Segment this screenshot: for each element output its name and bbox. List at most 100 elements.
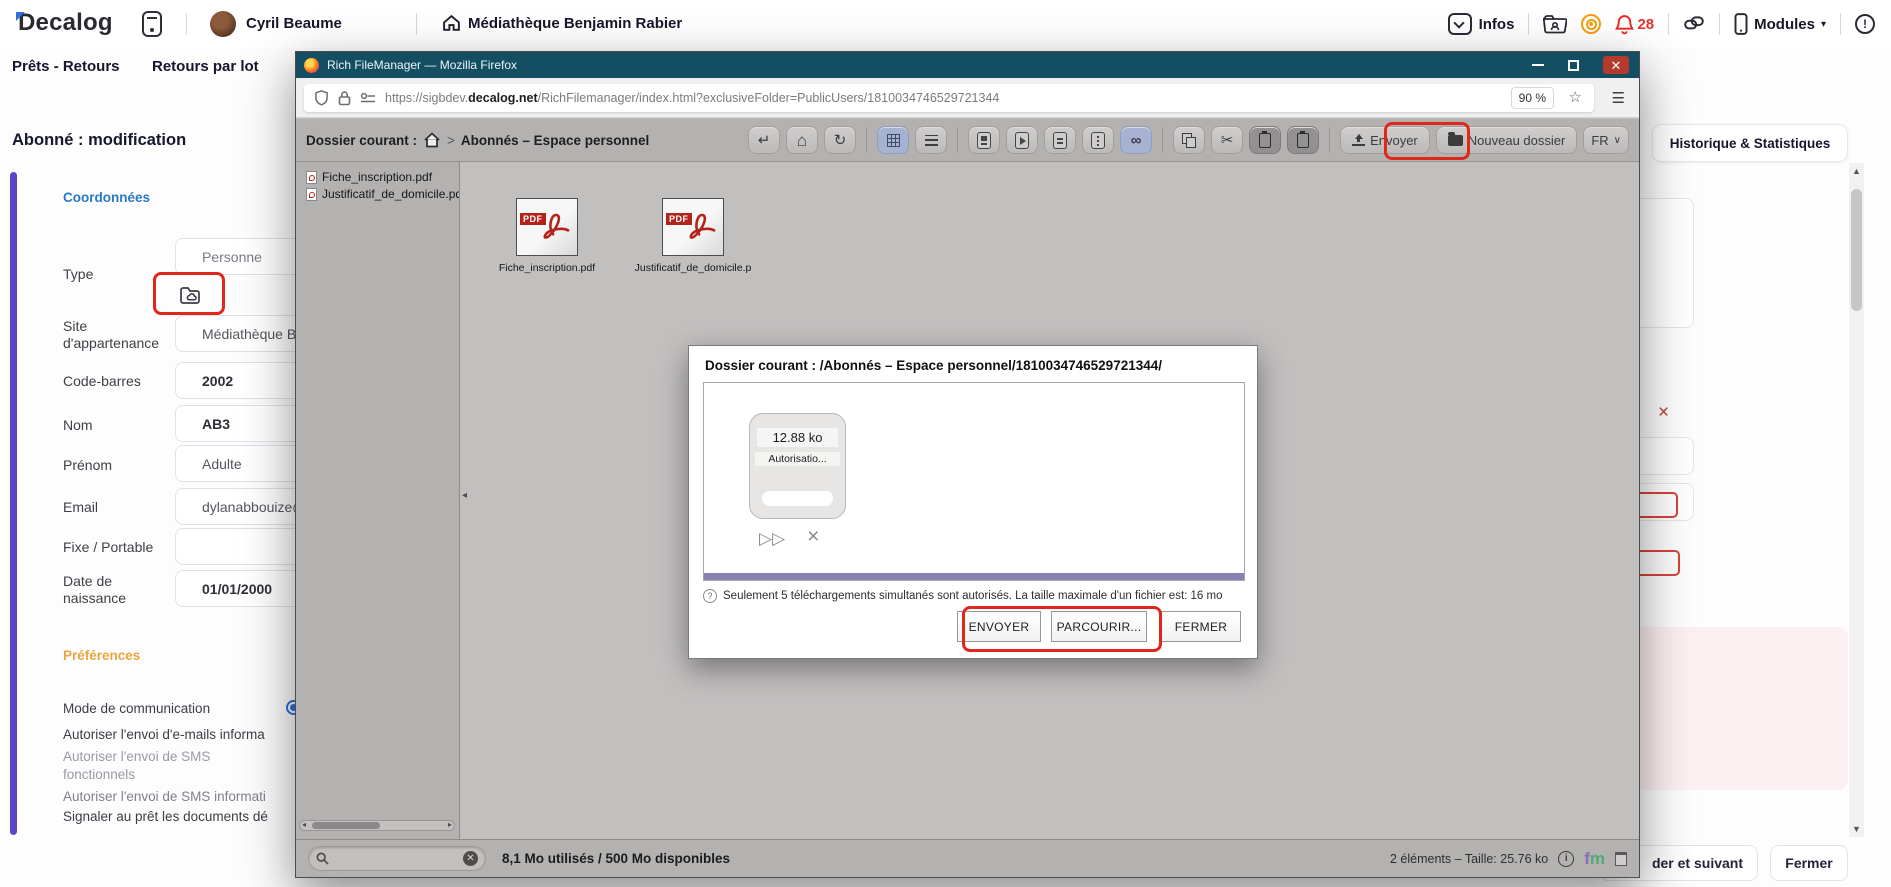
upload-file-chip[interactable]: 12.88 ko Autorisatio... (749, 413, 846, 519)
browser-urlbar: https://sigbdev.decalog.net/RichFilemana… (296, 78, 1639, 118)
progress-track (762, 491, 833, 506)
filter-images-button[interactable] (968, 126, 1000, 154)
filter-archives-button[interactable] (1082, 126, 1114, 154)
close-icon[interactable]: ✕ (1603, 56, 1629, 74)
home-icon[interactable] (423, 132, 441, 148)
copy-button[interactable] (1173, 126, 1205, 154)
scanner-icon[interactable] (142, 11, 162, 37)
scroll-left-icon[interactable]: ◂ (302, 820, 306, 829)
library-name[interactable]: Médiathèque Benjamin Rabier (468, 15, 682, 32)
close-page-button[interactable]: Fermer (1770, 845, 1848, 881)
menu-icon[interactable]: ☰ (1612, 89, 1625, 107)
close-label: FERMER (1175, 620, 1227, 634)
modules-menu[interactable]: Modules ▾ (1734, 13, 1826, 35)
tree-item-label: Fiche_inscription.pdf (322, 170, 432, 184)
search-icon (316, 852, 329, 865)
tree-horizontal-scrollbar[interactable]: ◂▸ (299, 820, 455, 831)
scroll-down-icon[interactable]: ▼ (1849, 824, 1864, 834)
info-icon[interactable]: i (1558, 851, 1574, 867)
pref-signaler-pret: Signaler au prêt les documents dé (63, 808, 281, 826)
zoom-level-badge[interactable]: 90 % (1511, 87, 1554, 109)
shield-icon[interactable] (314, 90, 329, 106)
decalog-logo[interactable]: Decalog (18, 9, 113, 37)
paste-button[interactable] (1249, 126, 1281, 154)
filter-all-button[interactable]: ∞ (1120, 126, 1152, 154)
enter-icon: ↵ (758, 133, 771, 148)
dialog-close-button[interactable]: FERMER (1161, 611, 1241, 642)
infinity-icon: ∞ (1131, 133, 1142, 148)
user-name[interactable]: Cyril Beaume (246, 15, 342, 32)
filter-videos-button[interactable] (1006, 126, 1038, 154)
storage-status: 8,1 Mo utilisés / 500 Mo disponibles (502, 851, 730, 866)
enter-folder-button[interactable]: ↵ (748, 126, 780, 154)
field-label-nom: Nom (63, 417, 168, 434)
image-file-icon (977, 132, 991, 149)
pdf-file-icon: PDF (662, 198, 724, 256)
window-titlebar[interactable]: Rich FileManager — Mozilla Firefox ✕ (296, 52, 1639, 78)
file-tile[interactable]: PDF Justificatif_de_domicile.p (618, 198, 768, 274)
annotation-dialog-buttons (962, 606, 1162, 652)
birthdate-value: 01/01/2000 (202, 581, 272, 597)
maximize-icon[interactable] (1568, 60, 1579, 71)
modules-label: Modules (1754, 16, 1815, 33)
tab-prets-retours[interactable]: Prêts - Retours (12, 58, 120, 75)
divider (866, 127, 867, 153)
bell-icon (1615, 14, 1634, 35)
breadcrumb-folder[interactable]: Abonnés – Espace personnel (461, 133, 649, 148)
divider (957, 127, 958, 153)
pdf-file-icon (306, 171, 317, 184)
search-input[interactable]: ✕ (308, 846, 486, 871)
avatar[interactable] (210, 11, 236, 37)
clear-search-icon[interactable]: ✕ (463, 851, 478, 866)
language-select[interactable]: FR∨ (1583, 126, 1629, 154)
pink-panel (1634, 627, 1848, 790)
bookmark-star-icon[interactable]: ☆ (1569, 88, 1582, 106)
scroll-right-icon[interactable]: ▸ (448, 820, 452, 829)
lastname-value: AB3 (202, 416, 230, 432)
scrollbar-thumb[interactable] (1851, 189, 1862, 311)
folder-user-icon[interactable] (1543, 13, 1567, 35)
dropzone[interactable]: 12.88 ko Autorisatio... ▷▷ × (703, 382, 1245, 581)
doc-icon[interactable] (1615, 852, 1627, 866)
collapse-panel-icon[interactable]: ◂ (462, 490, 467, 501)
topbar-actions: Infos 28 Modules ▾ ! (1448, 0, 1875, 48)
annotation-form-upload-icon (153, 272, 225, 315)
divider (1668, 13, 1669, 35)
start-upload-icon[interactable]: ▷▷ (759, 529, 785, 549)
scrollbar-thumb[interactable] (312, 822, 380, 829)
link-icon[interactable] (1683, 13, 1705, 35)
file-tile[interactable]: PDF Fiche_inscription.pdf (472, 198, 622, 274)
scroll-up-icon[interactable]: ▲ (1849, 166, 1864, 176)
clear-clipboard-button[interactable] (1287, 126, 1319, 154)
tab-retours-par-lot[interactable]: Retours par lot (152, 58, 259, 75)
alert-icon[interactable]: ! (1855, 14, 1875, 34)
refresh-button[interactable]: ↻ (824, 126, 856, 154)
dialog-title: Dossier courant : /Abonnés – Espace pers… (705, 358, 1162, 373)
page-title: Abonné : modification (12, 131, 186, 150)
scissors-icon: ✂ (1221, 133, 1234, 148)
url-input[interactable]: https://sigbdev.decalog.net/RichFilemana… (304, 84, 1594, 112)
toolbar-buttons: ↵ ⌂ ↻ ∞ ✂ Envoyer Nouveau dossier (748, 126, 1629, 154)
url-scheme: https://sigbdev. (385, 91, 468, 105)
grid-view-button[interactable] (877, 126, 909, 154)
broadcast-icon[interactable] (1581, 14, 1601, 34)
filter-documents-button[interactable] (1044, 126, 1076, 154)
permissions-icon[interactable] (360, 92, 376, 104)
cut-button[interactable]: ✂ (1211, 126, 1243, 154)
refresh-icon: ↻ (834, 133, 847, 148)
tree-item[interactable]: Fiche_inscription.pdf (306, 170, 432, 184)
remove-icon[interactable]: × (1658, 402, 1669, 424)
notifications-button[interactable]: 28 (1615, 14, 1654, 35)
divider (1528, 13, 1529, 35)
pdf-file-icon (306, 188, 317, 201)
minimize-icon[interactable] (1532, 64, 1544, 66)
cancel-upload-icon[interactable]: × (807, 529, 819, 549)
tree-item[interactable]: Justificatif_de_domicile.pdf (306, 187, 465, 201)
lock-icon[interactable] (338, 90, 351, 106)
pdf-swirl-icon (540, 207, 574, 243)
history-statistics-button[interactable]: Historique & Statistiques (1652, 124, 1848, 162)
page-scrollbar[interactable]: ▲ ▼ (1849, 163, 1864, 837)
infos-button[interactable]: Infos (1448, 13, 1515, 35)
list-view-button[interactable] (915, 126, 947, 154)
home-button[interactable]: ⌂ (786, 126, 818, 154)
